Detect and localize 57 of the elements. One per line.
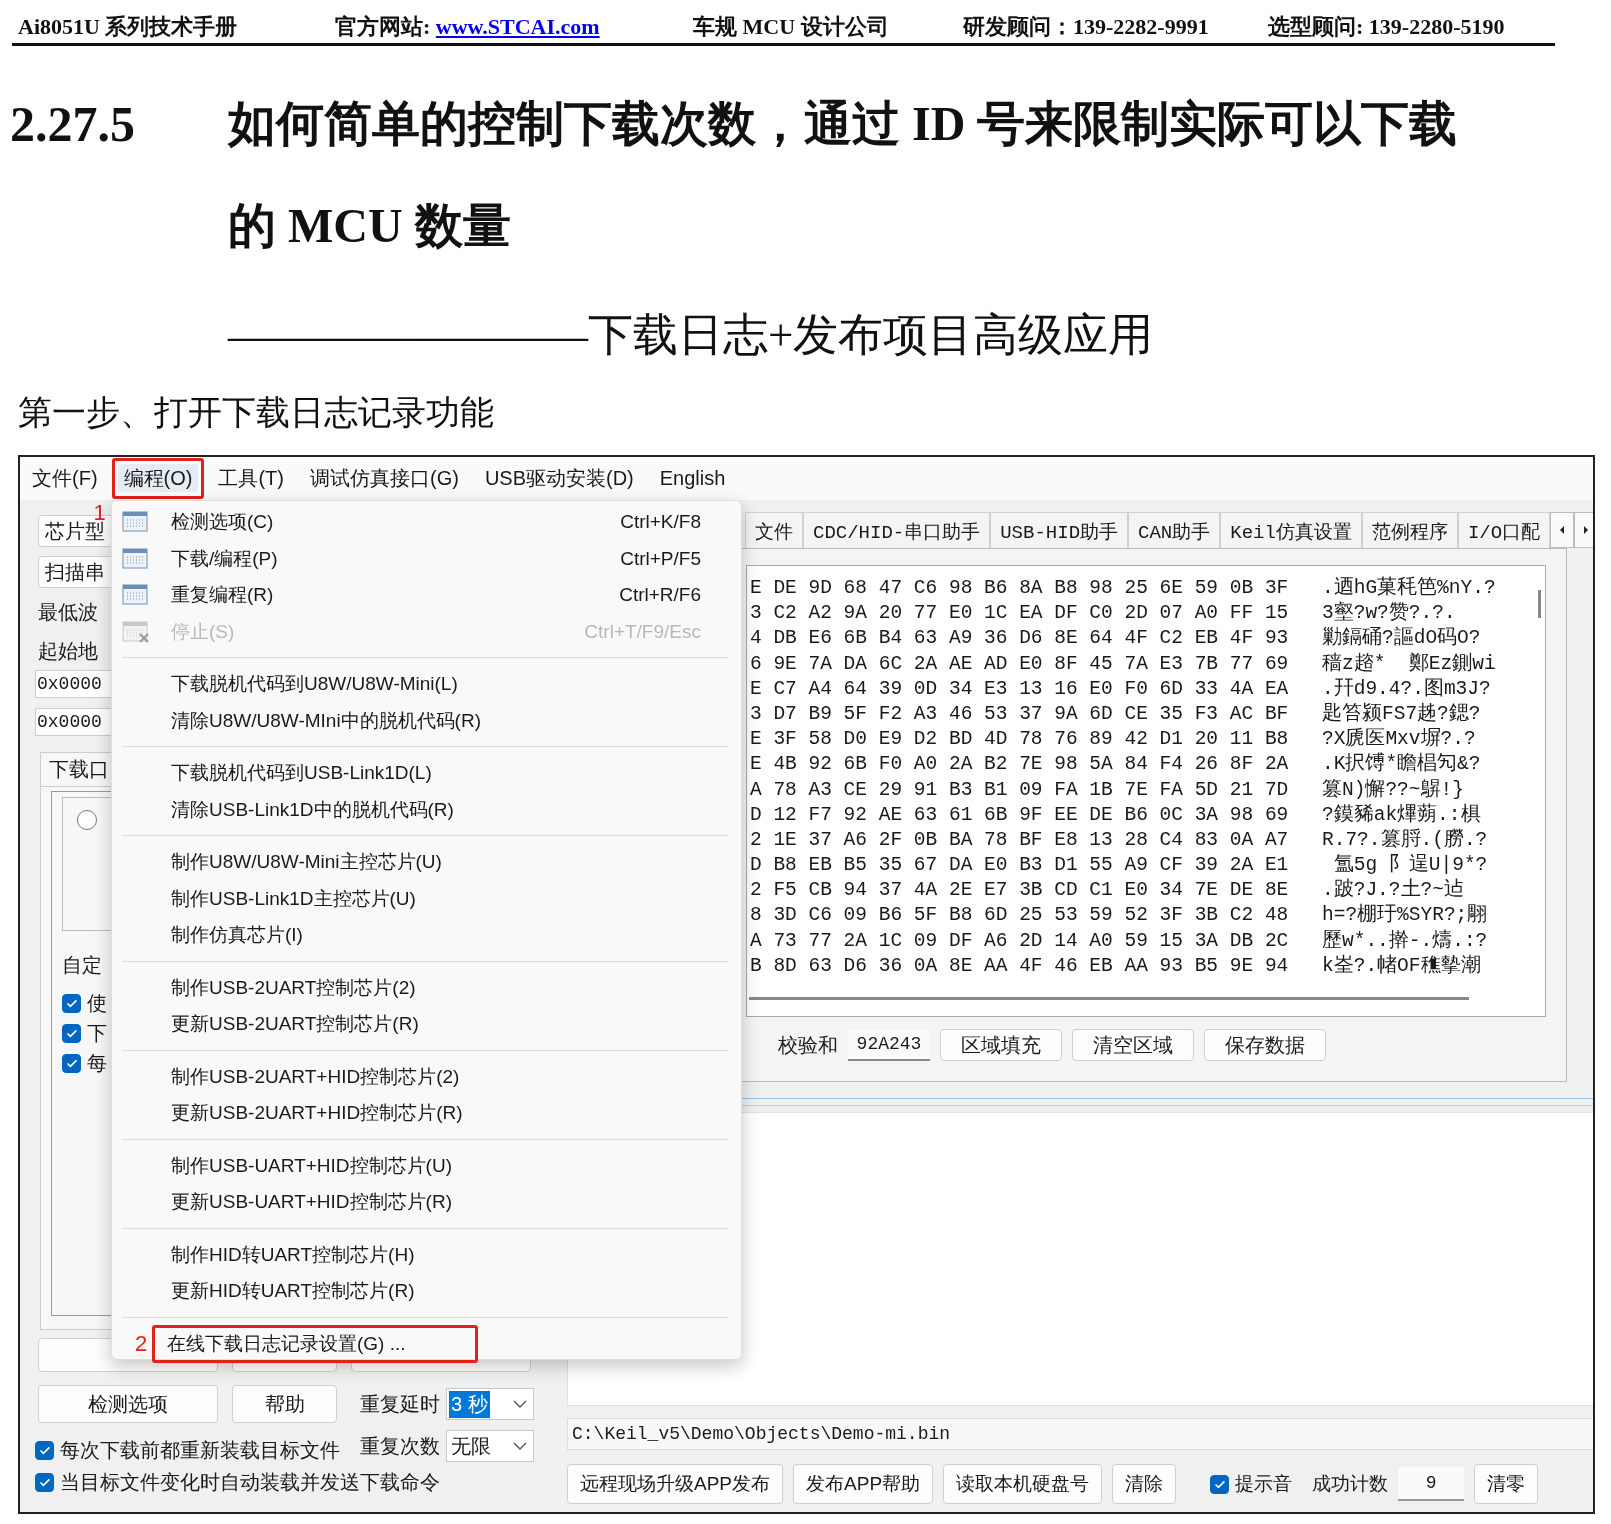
- hex-bytes: D B8 EB B5 35 67 DA E0 B3 D1 55 A9 CF 39 2A E1: [750, 853, 1290, 879]
- company-text: 车规 MCU 设计公司: [693, 13, 890, 41]
- ascii-text: 歷w*..擀-.燽.:?: [1322, 928, 1488, 954]
- hex-bytes: E 4B 92 6B F0 A0 2A B2 7E 98 5A 84 F4 26 8F 2A: [750, 752, 1290, 778]
- ascii-text: 穑z趦* 鄭Ez鍘wi: [1322, 651, 1496, 677]
- hex-bytes: 4 DB E6 6B B4 63 A9 36 D6 8E 64 4F C2 EB 4F 93: [750, 626, 1290, 652]
- checkbox-label: 使: [87, 990, 107, 1016]
- hex-bytes: 3 D7 B9 5F F2 A3 46 53 37 9A 6D CE 35 F3 AC BF: [750, 701, 1290, 727]
- checksum-value: 92A243: [848, 1029, 930, 1061]
- hex-bytes: 8 3D C6 09 B6 5F B8 6D 25 53 59 52 3F 3B C2 48: [750, 903, 1290, 929]
- field-label: 重复次数: [360, 1433, 440, 1459]
- ascii-text: .跛?J.?土?~迠: [1322, 878, 1464, 903]
- ascii-text: ?X虒医Mxv塀?.?: [1322, 727, 1476, 752]
- sales-contact: 选型顾问: 139-2280-5190: [1268, 13, 1506, 41]
- checkbox-label: 提示音: [1235, 1472, 1293, 1496]
- ascii-text: 氲5g 阝逞U|9*?: [1332, 853, 1488, 878]
- hex-bytes: B 8D 63 D6 36 0A 8E AA 4F 46 EB AA 93 B5 9E 94: [750, 953, 1290, 979]
- ascii-text: .K択馎*瞻椙勼&?: [1322, 752, 1481, 778]
- hex-bytes: E C7 A4 64 39 0D 34 E3 13 16 E0 F0 6D 33 4A EA: [750, 676, 1290, 702]
- ascii-text: .迺hG菓秏笆%nY.?: [1322, 576, 1496, 601]
- section-title: 如何简单的控制下载次数，通过 ID 号来限制实际可以下载的 MCU 数量: [228, 96, 1459, 254]
- custom-label: 自定: [62, 953, 103, 978]
- manual-title: Ai8051U 系列技术手册: [18, 13, 239, 41]
- ascii-text: .幵d9.4?.图m3J?: [1322, 676, 1491, 702]
- hex-bytes: 3 C2 A2 9A 20 77 E0 1C EA DF C0 2D 07 A0 FF 15: [750, 601, 1290, 627]
- hex-bytes: A 73 77 2A 1C 09 DF A6 2D 14 A0 59 15 3A DB 2C: [750, 928, 1290, 954]
- ascii-text: ?鏌豨ak熚蒴.:椇: [1322, 802, 1481, 828]
- site-label: 官方网站:: [335, 14, 431, 39]
- ascii-text: 匙笞颍FS7趀?鍶?: [1322, 701, 1481, 727]
- ascii-text: 勦鎘硧?謳dO码O?: [1322, 626, 1481, 652]
- checkbox-label: 当目标文件变化时自动装载并发送下载命令: [60, 1469, 440, 1495]
- hex-bytes: E DE 9D 68 47 C6 98 B6 8A B8 98 25 6E 59 0B 3F: [750, 576, 1290, 601]
- checkbox-label: 下: [87, 1020, 107, 1046]
- section-subtitle: ————————下载日志+发布项目高级应用: [228, 309, 1155, 362]
- hex-bytes: 2 F5 CB 94 37 4A 2E E7 3B CD C1 E0 34 7E DE 8E: [750, 878, 1290, 904]
- ascii-text: R.7?.篡脟.(朥.?: [1322, 827, 1488, 853]
- checkbox-label: 每次下载前都重新装载目标文件: [60, 1437, 340, 1463]
- success-count: 9: [1398, 1467, 1465, 1501]
- hex-bytes: A 78 A3 CE 29 91 B3 B1 09 FA 1B 7E FA 5D 21 7D: [750, 777, 1290, 803]
- baud-label: 最低波: [38, 600, 98, 625]
- ascii-text: h=?棚玗%SYR?;翢: [1322, 903, 1488, 929]
- ascii-text: 3壑?w?赞?.?.: [1322, 601, 1456, 626]
- hex-bytes: 2 1E 37 A6 2F 0B BA 78 BF E8 13 28 C4 83 0A A7: [750, 827, 1290, 853]
- address-label: 起始地: [38, 639, 98, 664]
- checkbox-label: 每: [87, 1050, 107, 1076]
- ascii-text: 篡N)懈??~鵿!}: [1322, 777, 1464, 803]
- annotation-number: 2: [135, 1330, 149, 1357]
- section-number: 2.27.5: [10, 95, 136, 154]
- field-label: 重复延时: [360, 1391, 440, 1417]
- hex-bytes: D 12 F7 92 AE 63 61 6B 9F EE DE B6 0C 3A 98 69: [750, 802, 1290, 828]
- success-count-label: 成功计数: [1312, 1472, 1389, 1496]
- hex-bytes: E 3F 58 D0 E9 D2 BD 4D 78 76 89 42 D1 20 11 B8: [750, 727, 1290, 753]
- checksum-label: 校验和: [778, 1032, 838, 1058]
- rd-contact: 研发顾问：139-2282-9991: [963, 13, 1210, 41]
- hex-bytes: 6 9E 7A DA 6C 2A AE AD E0 8F 45 7A E3 7B 77 69: [750, 651, 1290, 677]
- ascii-text: k峑?.帾OF穛摰潮: [1322, 953, 1481, 979]
- step-heading: 第一步、打开下载日志记录功能: [18, 393, 495, 433]
